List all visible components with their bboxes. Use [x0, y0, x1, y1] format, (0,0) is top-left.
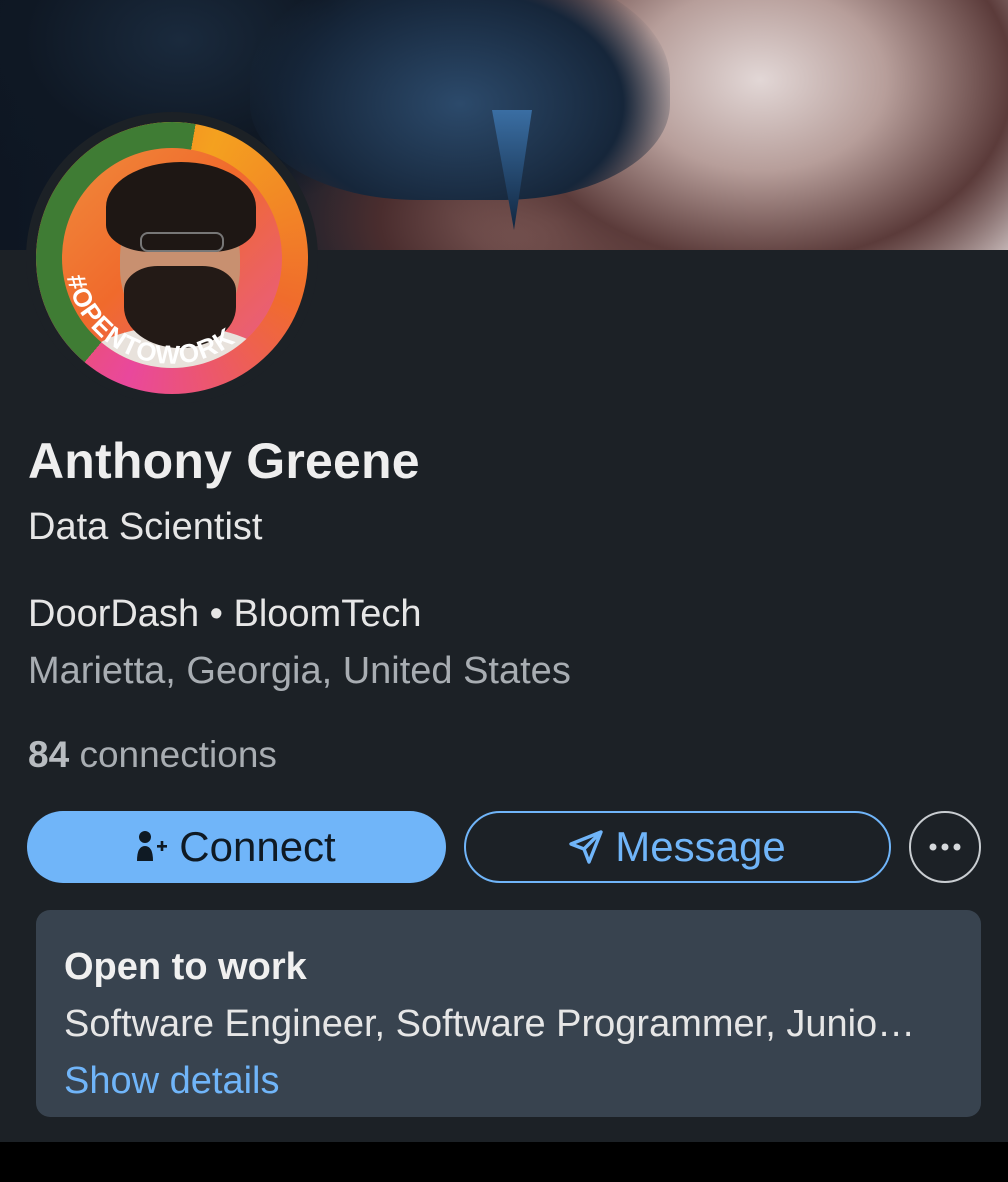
open-to-work-panel[interactable]: Open to work Software Engineer, Software… — [36, 910, 981, 1117]
profile-connections[interactable]: 84 connections — [28, 734, 277, 776]
message-button-label: Message — [615, 823, 786, 870]
open-to-work-badge-text: #OPENTOWORK — [61, 271, 240, 370]
svg-text:#OPENTOWORK: #OPENTOWORK — [61, 271, 240, 370]
show-details-link[interactable]: Show details — [64, 1060, 279, 1103]
avatar[interactable]: #OPENTOWORK — [36, 122, 308, 394]
message-button[interactable]: Message — [464, 811, 891, 883]
open-to-work-title: Open to work — [64, 946, 307, 988]
profile-name: Anthony Greene — [28, 433, 420, 489]
profile-headline: Data Scientist — [28, 506, 263, 548]
profile-companies[interactable]: DoorDash • BloomTech — [28, 593, 421, 636]
profile-location: Marietta, Georgia, United States — [28, 650, 571, 692]
profile-card: #OPENTOWORK Anthony Greene Data Scientis… — [0, 0, 1008, 1142]
ellipsis-icon — [929, 843, 961, 851]
more-actions-button[interactable] — [909, 811, 981, 883]
connections-label: connections — [79, 734, 277, 775]
connect-button[interactable]: Connect — [27, 811, 446, 883]
connections-count: 84 — [28, 734, 70, 775]
send-icon — [569, 830, 603, 864]
open-to-work-roles: Software Engineer, Software Programmer, … — [64, 1003, 916, 1045]
connect-button-label: Connect — [179, 823, 336, 870]
add-person-icon — [137, 831, 168, 861]
banner-bird-shape — [250, 0, 670, 200]
